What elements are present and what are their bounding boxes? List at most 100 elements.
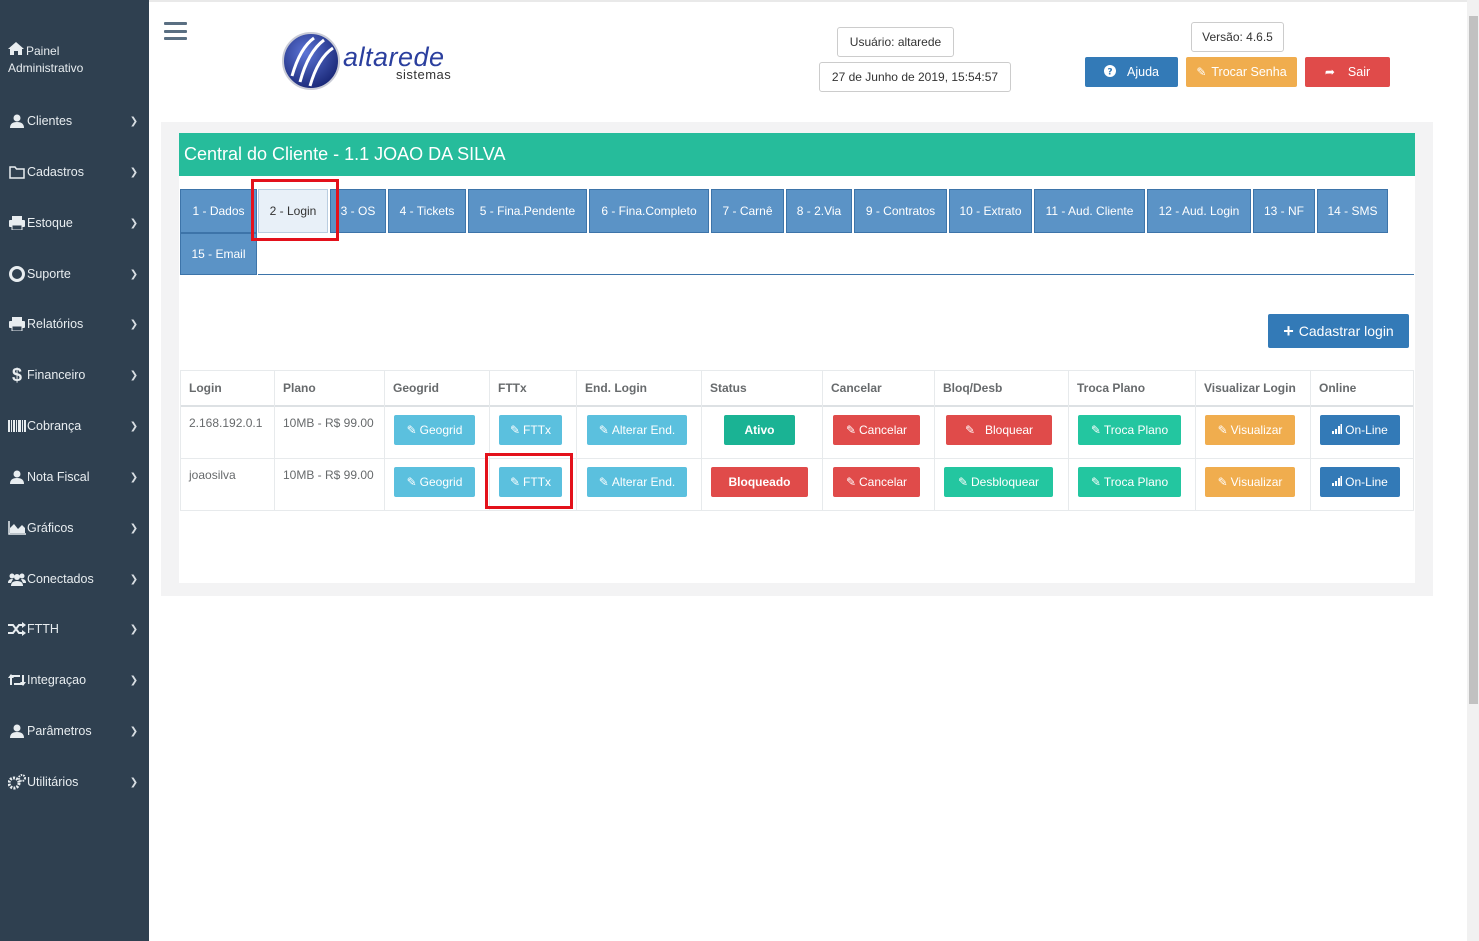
edit-icon: ✎ — [1090, 475, 1101, 489]
tab-sms[interactable]: 14 - SMS — [1317, 189, 1388, 233]
col-header-status: Status — [710, 381, 747, 395]
tab-dados[interactable]: 1 - Dados — [180, 189, 257, 233]
edit-icon: ✎ — [845, 423, 857, 437]
sidebar-item-integracao[interactable]: Integraçao ❯ — [0, 660, 149, 700]
row1-visualizar-button[interactable]: ✎ Visualizar — [1205, 415, 1295, 445]
svg-text:?: ? — [1107, 67, 1112, 77]
tab-extrato[interactable]: 10 - Extrato — [949, 189, 1032, 233]
tab-contratos[interactable]: 9 - Contratos — [854, 189, 947, 233]
row1-fttx-button[interactable]: ✎ FTTx — [499, 415, 562, 445]
col-header-visualizar-login: Visualizar Login — [1204, 381, 1296, 395]
button-label: Geogrid — [419, 423, 463, 437]
change-password-button[interactable]: ✎ Trocar Senha — [1186, 57, 1297, 87]
button-label: Troca Plano — [1103, 423, 1169, 437]
row1-status-badge[interactable]: Ativo — [724, 415, 795, 445]
row2-plano: 10MB - R$ 99.00 — [283, 468, 374, 482]
sidebar-item-utilitarios[interactable]: Utilitários ❯ — [0, 762, 149, 802]
button-label: Visualizar — [1230, 423, 1283, 437]
sidebar-item-graficos[interactable]: Gráficos ❯ — [0, 508, 149, 548]
col-header-cancelar: Cancelar — [831, 381, 882, 395]
row2-alterar-end-button[interactable]: ✎ Alterar End. — [587, 467, 687, 497]
button-label: Troca Plano — [1103, 475, 1169, 489]
tab-fina-completo[interactable]: 6 - Fina.Completo — [589, 189, 709, 233]
row1-login: 2.168.192.0.1 — [189, 416, 263, 430]
chevron-down-icon: ❯ — [129, 623, 139, 635]
sidebar-item-financeiro[interactable]: $ Financeiro ❯ — [0, 355, 149, 395]
row1-geogrid-button[interactable]: ✎ Geogrid — [394, 415, 475, 445]
button-label: Cancelar — [859, 423, 908, 437]
row2-desbloquear-button[interactable]: ✎ Desbloquear — [944, 467, 1053, 497]
sidebar-item-nota-fiscal[interactable]: Nota Fiscal ❯ — [0, 457, 149, 497]
page-scrollbar-thumb[interactable] — [1469, 16, 1478, 704]
sidebar-item-label: Gráficos — [27, 521, 74, 535]
row1-online-button[interactable]: On-Line — [1320, 415, 1400, 445]
tab-aud-cliente[interactable]: 11 - Aud. Cliente — [1034, 189, 1145, 233]
row2-cancelar-button[interactable]: ✎ Cancelar — [833, 467, 920, 497]
tab-carne[interactable]: 7 - Carnê — [711, 189, 784, 233]
sidebar-item-conectados[interactable]: Conectados ❯ — [0, 559, 149, 599]
area-chart-icon — [0, 521, 26, 535]
home-icon — [8, 42, 26, 60]
sidebar-item-label: Nota Fiscal — [27, 470, 90, 484]
button-label: Alterar End. — [611, 475, 676, 489]
row2-status-badge[interactable]: Bloqueado — [711, 467, 808, 497]
sidebar-home[interactable]: Painel Administrativo — [8, 42, 83, 77]
sidebar-item-estoque[interactable]: Estoque ❯ — [0, 203, 149, 243]
sidebar-item-label: Financeiro — [27, 368, 86, 382]
row1-cancelar-button[interactable]: ✎ Cancelar — [833, 415, 920, 445]
tab-email[interactable]: 15 - Email — [180, 233, 257, 275]
row1-alterar-end-button[interactable]: ✎ Alterar End. — [587, 415, 687, 445]
chevron-down-icon: ❯ — [129, 674, 139, 686]
sidebar-item-parametros[interactable]: Parâmetros ❯ — [0, 711, 149, 751]
version-label: Versão: 4.6.5 — [1191, 22, 1284, 52]
row2-online-button[interactable]: On-Line — [1320, 467, 1400, 497]
row2-troca-plano-button[interactable]: ✎ Troca Plano — [1078, 467, 1181, 497]
row1-bloquear-button[interactable]: ✎ Bloquear — [946, 415, 1052, 445]
sidebar-item-clientes[interactable]: Clientes ❯ — [0, 101, 149, 141]
help-button[interactable]: ? Ajuda — [1085, 57, 1178, 87]
datetime-label: 27 de Junho de 2019, 15:54:57 — [819, 62, 1011, 92]
add-login-label: Cadastrar login — [1298, 323, 1394, 339]
edit-icon: ✎ — [509, 423, 521, 437]
edit-icon: ✎ — [1217, 475, 1228, 489]
button-label: FTTx — [523, 423, 552, 437]
col-header-login: Login — [189, 381, 222, 395]
menu-toggle-icon[interactable] — [164, 22, 187, 40]
chevron-down-icon: ❯ — [129, 217, 139, 229]
user-icon — [0, 724, 26, 738]
sidebar-item-label: Conectados — [27, 572, 94, 586]
tab-aud-login[interactable]: 12 - Aud. Login — [1147, 189, 1251, 233]
button-label: Desbloquear — [971, 475, 1040, 489]
button-label: Alterar End. — [611, 423, 676, 437]
sidebar-item-cadastros[interactable]: Cadastros ❯ — [0, 152, 149, 192]
row1-plano: 10MB - R$ 99.00 — [283, 416, 374, 430]
barcode-icon — [0, 420, 26, 432]
sidebar-item-ftth[interactable]: FTTH ❯ — [0, 609, 149, 649]
folder-icon — [0, 165, 26, 179]
row2-visualizar-button[interactable]: ✎ Visualizar — [1205, 467, 1295, 497]
retweet-icon — [0, 673, 26, 687]
plus-icon: + — [1283, 320, 1294, 341]
table-row-border — [180, 510, 1414, 511]
sidebar-item-label: Integraçao — [27, 673, 87, 687]
tab-fina-pendente[interactable]: 5 - Fina.Pendente — [468, 189, 587, 233]
sidebar-item-relatorios[interactable]: Relatórios ❯ — [0, 304, 149, 344]
printer-icon — [0, 216, 26, 230]
row1-troca-plano-button[interactable]: ✎ Troca Plano — [1078, 415, 1181, 445]
button-label: On-Line — [1345, 423, 1388, 437]
tab-2via[interactable]: 8 - 2.Via — [786, 189, 852, 233]
chevron-down-icon: ❯ — [129, 725, 139, 737]
shuffle-icon — [0, 622, 26, 636]
signal-icon — [1332, 423, 1343, 437]
printer-icon — [0, 317, 26, 331]
share-arrow-icon: ➦ — [1324, 65, 1335, 79]
exit-button[interactable]: ➦ Sair — [1305, 57, 1390, 87]
tab-nf[interactable]: 13 - NF — [1253, 189, 1315, 233]
add-login-button[interactable]: + Cadastrar login — [1268, 314, 1409, 348]
row2-geogrid-button[interactable]: ✎ Geogrid — [394, 467, 475, 497]
gears-icon — [0, 774, 26, 790]
tab-tickets[interactable]: 4 - Tickets — [388, 189, 466, 233]
sidebar-item-suporte[interactable]: Suporte ❯ — [0, 254, 149, 294]
page-title: Central do Cliente - 1.1 JOAO DA SILVA — [179, 133, 1415, 176]
sidebar-item-cobranca[interactable]: Cobrança ❯ — [0, 406, 149, 446]
